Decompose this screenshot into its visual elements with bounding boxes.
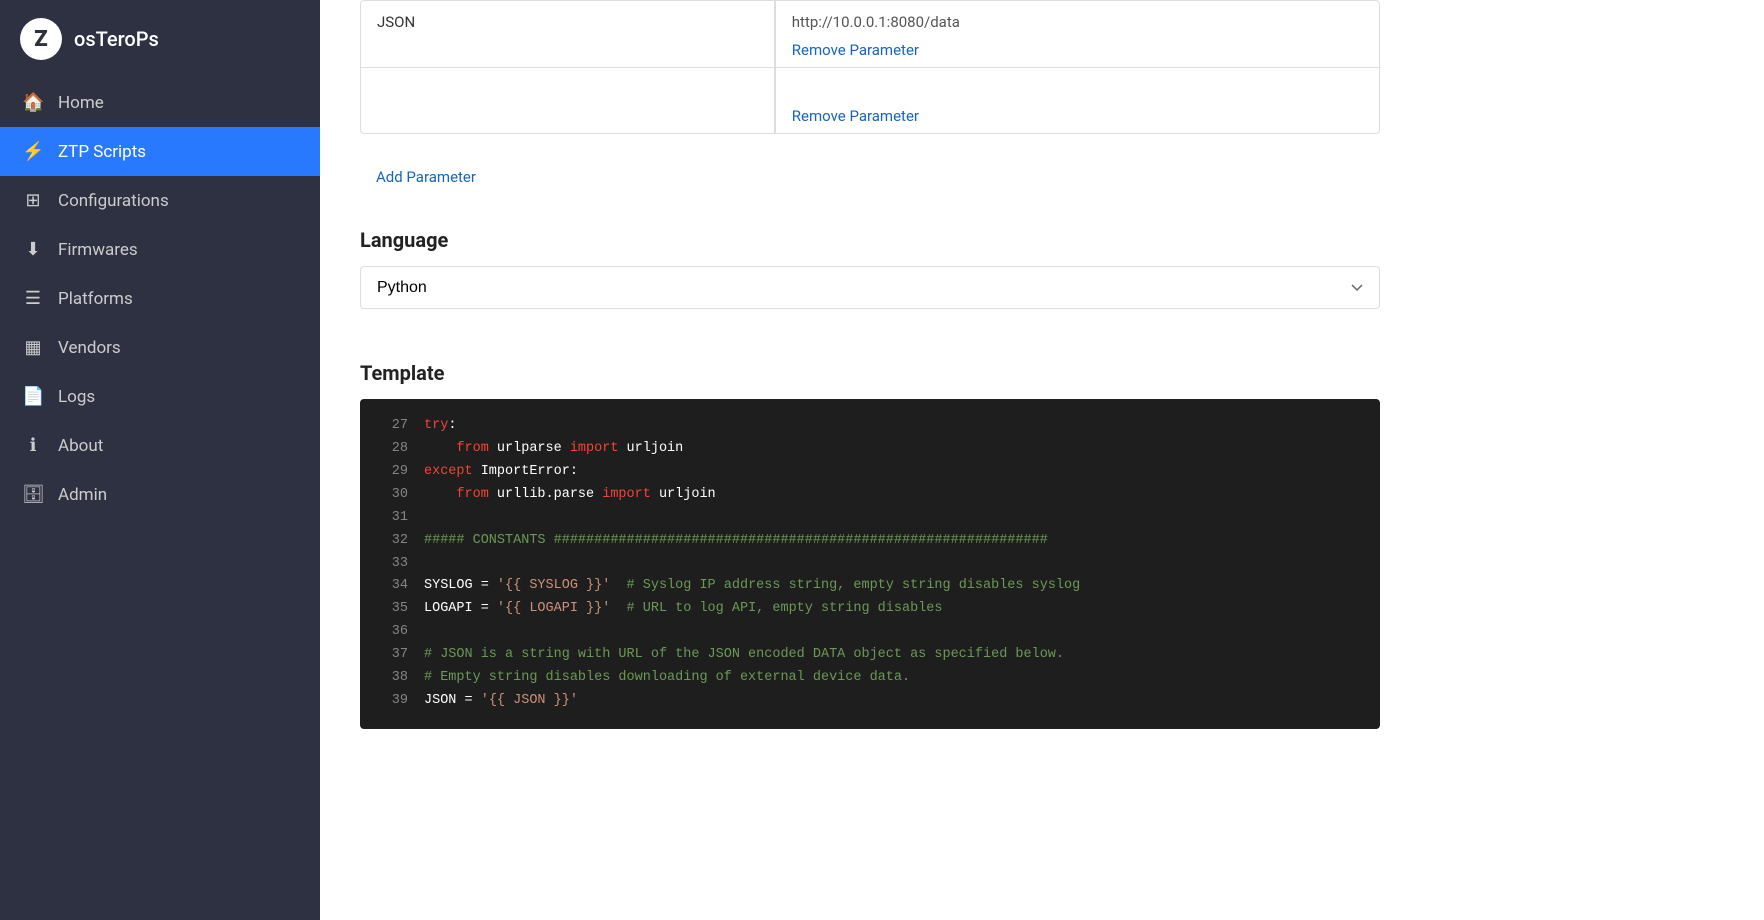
line-content: try:: [424, 416, 1364, 437]
parameters-section: JSON http://10.0.0.1:8080/data Remove Pa…: [360, 0, 1380, 134]
sidebar-item-label: Firmwares: [58, 240, 138, 260]
line-content: from urllib.parse import urljoin: [424, 485, 1364, 506]
nav-menu: 🏠 Home ⚡ ZTP Scripts ⊞ Configurations ⬇ …: [0, 78, 320, 519]
sidebar-item-about[interactable]: ℹ About: [0, 421, 320, 470]
app-logo: Z osTeroPs: [0, 0, 320, 78]
code-line: 28 from urlparse import urljoin: [360, 438, 1380, 461]
sidebar-item-firmwares[interactable]: ⬇ Firmwares: [0, 225, 320, 274]
language-select[interactable]: PythonRubyBash: [360, 266, 1380, 309]
sidebar-item-label: Logs: [58, 387, 95, 407]
line-number: 36: [376, 622, 408, 643]
sidebar-item-label: Platforms: [58, 289, 133, 309]
sidebar-item-configurations[interactable]: ⊞ Configurations: [0, 176, 320, 225]
firmwares-icon: ⬇: [22, 239, 44, 260]
sidebar-item-vendors[interactable]: ▦ Vendors: [0, 323, 320, 372]
language-section-label: Language: [360, 228, 1380, 252]
line-content: # Empty string disables downloading of e…: [424, 668, 1364, 689]
line-content: from urlparse import urljoin: [424, 439, 1364, 460]
vendors-icon: ▦: [22, 337, 44, 358]
param-key-cell: JSON: [361, 1, 775, 67]
configurations-icon: ⊞: [22, 190, 44, 211]
line-number: 37: [376, 645, 408, 666]
add-parameter-link[interactable]: Add Parameter: [360, 154, 492, 200]
sidebar-item-label: Vendors: [58, 338, 121, 358]
ztp-scripts-icon: ⚡: [22, 141, 44, 162]
sidebar-item-label: Configurations: [58, 191, 169, 211]
line-content: SYSLOG = '{{ SYSLOG }}' # Syslog IP addr…: [424, 576, 1364, 597]
remove-parameter-link-2[interactable]: Remove Parameter: [792, 107, 1363, 125]
param-value-cell-empty: Remove Parameter: [775, 68, 1379, 133]
sidebar-item-label: Home: [58, 93, 104, 113]
line-number: 33: [376, 554, 408, 575]
param-value-text: http://10.0.0.1:8080/data: [792, 9, 1363, 35]
code-line: 34 SYSLOG = '{{ SYSLOG }}' # Syslog IP ad…: [360, 575, 1380, 598]
sidebar-item-label: Admin: [58, 485, 107, 505]
code-line: 33: [360, 553, 1380, 576]
line-content: JSON = '{{ JSON }}': [424, 691, 1364, 712]
sidebar-item-admin[interactable]: 🗄 Admin: [0, 470, 320, 519]
code-line: 35 LOGAPI = '{{ LOGAPI }}' # URL to log A…: [360, 598, 1380, 621]
line-number: 30: [376, 485, 408, 506]
param-key-value: JSON: [377, 13, 415, 31]
code-line: 30 from urllib.parse import urljoin: [360, 484, 1380, 507]
code-editor[interactable]: 27try:28 from urlparse import urljoin29e…: [360, 399, 1380, 729]
line-content: # JSON is a string with URL of the JSON …: [424, 645, 1364, 666]
code-line: 32 ##### CONSTANTS ######################…: [360, 530, 1380, 553]
add-parameter-container: Add Parameter: [360, 154, 1380, 200]
line-content: ##### CONSTANTS ########################…: [424, 531, 1364, 552]
admin-icon: 🗄: [22, 484, 44, 505]
platforms-icon: ☰: [22, 288, 44, 309]
code-line: 31: [360, 507, 1380, 530]
param-row: JSON http://10.0.0.1:8080/data Remove Pa…: [361, 1, 1379, 68]
line-content: LOGAPI = '{{ LOGAPI }}' # URL to log API…: [424, 599, 1364, 620]
line-content: [424, 508, 1364, 529]
code-line: 29 except ImportError:: [360, 461, 1380, 484]
code-line: 36: [360, 621, 1380, 644]
param-key-cell-empty[interactable]: [361, 68, 775, 133]
content-area: JSON http://10.0.0.1:8080/data Remove Pa…: [320, 0, 1420, 769]
line-number: 38: [376, 668, 408, 689]
sidebar-item-label: ZTP Scripts: [58, 142, 146, 162]
app-name: osTeroPs: [74, 27, 159, 51]
line-number: 39: [376, 691, 408, 712]
sidebar: Z osTeroPs 🏠 Home ⚡ ZTP Scripts ⊞ Config…: [0, 0, 320, 920]
code-line: 37 # JSON is a string with URL of the JSO…: [360, 644, 1380, 667]
line-number: 34: [376, 576, 408, 597]
param-row: Remove Parameter: [361, 68, 1379, 133]
remove-parameter-link[interactable]: Remove Parameter: [792, 41, 1363, 59]
home-icon: 🏠: [22, 92, 44, 113]
code-line: 38 # Empty string disables downloading of…: [360, 667, 1380, 690]
code-line: 39 JSON = '{{ JSON }}': [360, 690, 1380, 713]
logo-icon: Z: [20, 18, 62, 60]
param-value-cell: http://10.0.0.1:8080/data Remove Paramet…: [775, 1, 1379, 67]
sidebar-item-ztp-scripts[interactable]: ⚡ ZTP Scripts: [0, 127, 320, 176]
code-line: 27 try:: [360, 415, 1380, 438]
sidebar-item-logs[interactable]: 📄 Logs: [0, 372, 320, 421]
sidebar-item-label: About: [58, 436, 103, 456]
about-icon: ℹ: [22, 435, 44, 456]
line-number: 32: [376, 531, 408, 552]
param-value-input[interactable]: [792, 76, 1363, 101]
line-number: 27: [376, 416, 408, 437]
logs-icon: 📄: [22, 386, 44, 407]
line-number: 31: [376, 508, 408, 529]
param-key-input[interactable]: [377, 80, 758, 105]
line-number: 29: [376, 462, 408, 483]
line-content: [424, 554, 1364, 575]
main-content: JSON http://10.0.0.1:8080/data Remove Pa…: [320, 0, 1764, 920]
template-section-label: Template: [360, 361, 1380, 385]
sidebar-item-platforms[interactable]: ☰ Platforms: [0, 274, 320, 323]
line-number: 35: [376, 599, 408, 620]
line-content: except ImportError:: [424, 462, 1364, 483]
sidebar-item-home[interactable]: 🏠 Home: [0, 78, 320, 127]
line-content: [424, 622, 1364, 643]
line-number: 28: [376, 439, 408, 460]
